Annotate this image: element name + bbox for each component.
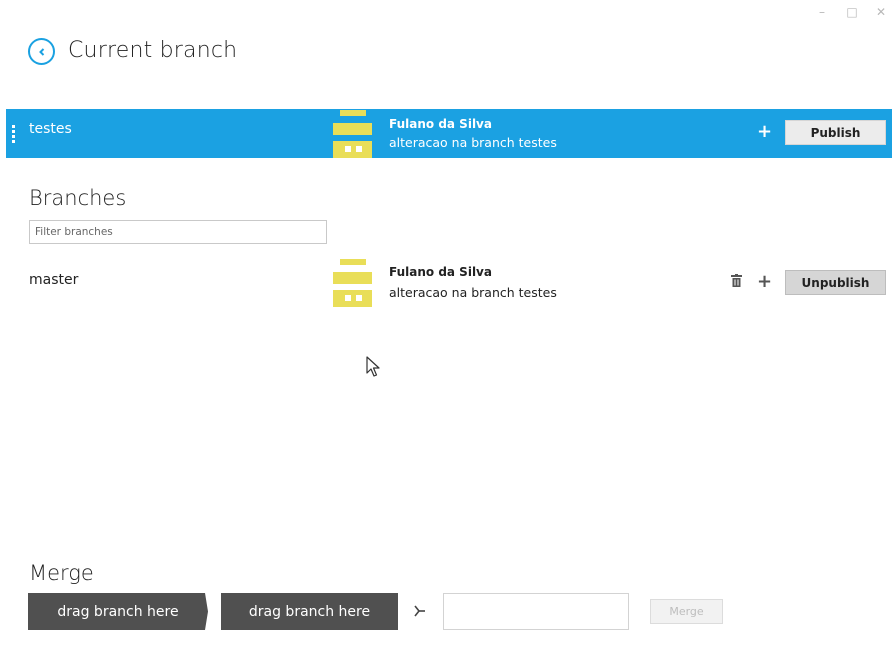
- unpublish-button[interactable]: Unpublish: [785, 270, 886, 295]
- merge-branch-field[interactable]: [443, 593, 629, 630]
- drag-handle-icon[interactable]: [12, 125, 15, 143]
- current-branch-name: testes: [29, 121, 72, 137]
- page-title: Current branch: [68, 38, 238, 63]
- maximize-button[interactable]: □: [845, 6, 859, 18]
- close-button[interactable]: ✕: [874, 6, 888, 18]
- merge-source-dropzone[interactable]: drag branch here: [28, 593, 208, 630]
- merge-button[interactable]: Merge: [650, 599, 723, 624]
- filter-branches-input[interactable]: [29, 220, 327, 244]
- avatar: [329, 258, 376, 307]
- add-icon[interactable]: +: [757, 273, 772, 291]
- publish-button[interactable]: Publish: [785, 120, 886, 145]
- commit-author: Fulano da Silva: [389, 117, 492, 131]
- branch-name: master: [29, 272, 79, 288]
- merge-icon: [414, 605, 425, 617]
- minimize-button[interactable]: –: [815, 6, 829, 18]
- commit-author: Fulano da Silva: [389, 265, 492, 279]
- commit-message: alteracao na branch testes: [389, 135, 557, 150]
- cursor-icon: [366, 356, 380, 377]
- add-icon[interactable]: +: [757, 123, 772, 141]
- avatar: [329, 109, 376, 158]
- branches-title: Branches: [29, 186, 127, 210]
- merge-target-dropzone[interactable]: drag branch here: [221, 593, 398, 630]
- merge-title: Merge: [29, 561, 94, 585]
- trash-icon[interactable]: [731, 274, 742, 287]
- chevron-left-icon: [38, 47, 44, 56]
- commit-message: alteracao na branch testes: [389, 285, 557, 300]
- back-button[interactable]: [28, 38, 55, 65]
